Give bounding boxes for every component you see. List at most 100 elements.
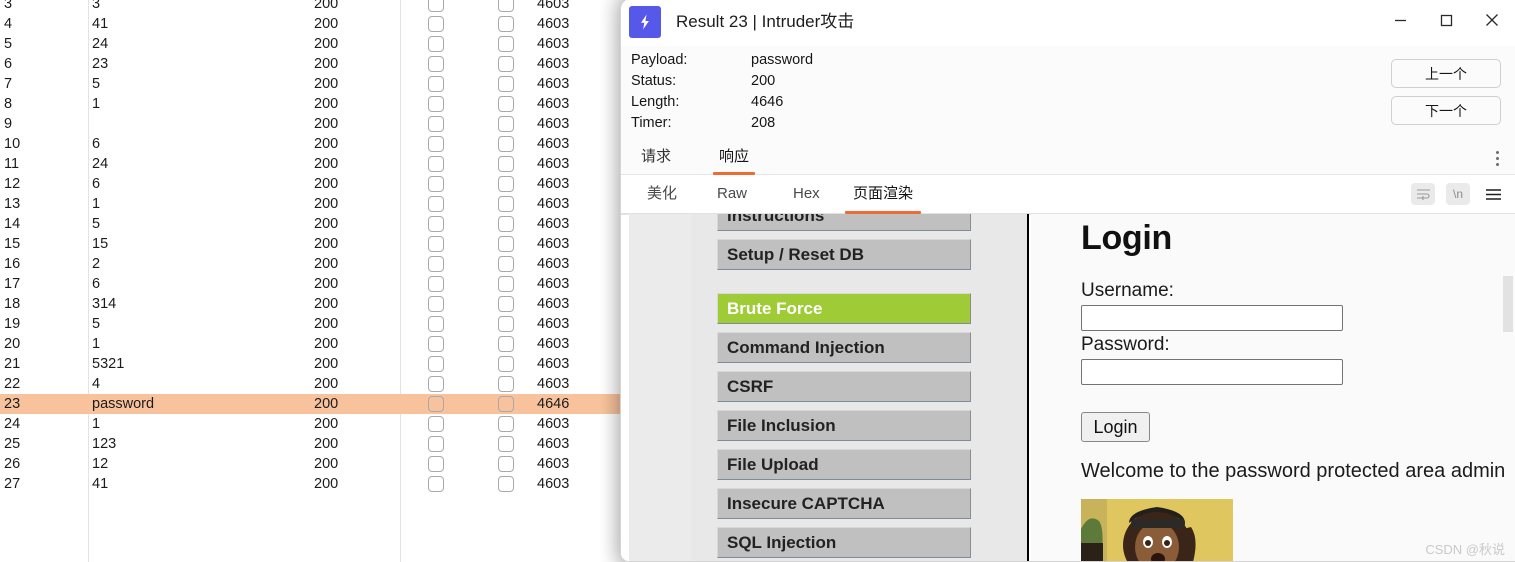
tab-pretty[interactable]: 美化 [647, 175, 677, 214]
dvwa-menu-item[interactable]: Insecure CAPTCHA [717, 488, 971, 519]
intruder-results-table[interactable]: 3 3 200 4603 4 41 200 4603 5 24 200 4603 6 23 200 4603 7… [0, 0, 625, 562]
vertical-ellipsis-icon[interactable] [1489, 147, 1505, 169]
row-checkbox-1[interactable] [428, 256, 444, 272]
table-row[interactable]: 10 6 200 4603 [0, 134, 625, 154]
row-checkbox-2[interactable] [498, 396, 514, 412]
row-checkbox-1[interactable] [428, 376, 444, 392]
tab-response[interactable]: 响应 [712, 142, 756, 175]
row-checkbox-1[interactable] [428, 56, 444, 72]
tab-hex[interactable]: Hex [793, 175, 820, 214]
row-checkbox-2[interactable] [498, 76, 514, 92]
row-checkbox-2[interactable] [498, 356, 514, 372]
row-checkbox-1[interactable] [428, 136, 444, 152]
row-checkbox-2[interactable] [498, 216, 514, 232]
previous-result-button[interactable]: 上一个 [1391, 59, 1501, 88]
newline-icon[interactable]: \n [1446, 183, 1470, 205]
row-checkbox-2[interactable] [498, 236, 514, 252]
row-checkbox-1[interactable] [428, 296, 444, 312]
row-checkbox-1[interactable] [428, 476, 444, 492]
row-checkbox-1[interactable] [428, 336, 444, 352]
table-row[interactable]: 12 6 200 4603 [0, 174, 625, 194]
table-row[interactable]: 21 5321 200 4603 [0, 354, 625, 374]
row-checkbox-2[interactable] [498, 0, 514, 12]
row-checkbox-1[interactable] [428, 116, 444, 132]
table-row[interactable]: 14 5 200 4603 [0, 214, 625, 234]
page-scrollbar[interactable] [1503, 214, 1513, 561]
row-checkbox-2[interactable] [498, 96, 514, 112]
row-checkbox-2[interactable] [498, 136, 514, 152]
row-checkbox-2[interactable] [498, 276, 514, 292]
tab-request[interactable]: 请求 [641, 142, 671, 175]
row-checkbox-1[interactable] [428, 0, 444, 12]
row-checkbox-1[interactable] [428, 156, 444, 172]
table-row[interactable]: 7 5 200 4603 [0, 74, 625, 94]
table-row[interactable]: 11 24 200 4603 [0, 154, 625, 174]
dialog-titlebar[interactable]: Result 23 | Intruder攻击 [621, 0, 1515, 46]
row-checkbox-2[interactable] [498, 336, 514, 352]
tab-render[interactable]: 页面渲染 [844, 175, 922, 214]
table-row[interactable]: 23 password 200 4646 [0, 394, 625, 414]
table-row[interactable]: 6 23 200 4603 [0, 54, 625, 74]
page-render-viewport[interactable]: Instructions Setup / Reset DB Brute Force C… [621, 214, 1515, 561]
row-checkbox-1[interactable] [428, 196, 444, 212]
row-checkbox-2[interactable] [498, 416, 514, 432]
row-checkbox-2[interactable] [498, 156, 514, 172]
row-checkbox-2[interactable] [498, 316, 514, 332]
table-row[interactable]: 8 1 200 4603 [0, 94, 625, 114]
row-checkbox-1[interactable] [428, 36, 444, 52]
row-checkbox-1[interactable] [428, 96, 444, 112]
table-row[interactable]: 20 1 200 4603 [0, 334, 625, 354]
minimize-icon[interactable] [1377, 0, 1423, 40]
row-checkbox-2[interactable] [498, 176, 514, 192]
row-checkbox-2[interactable] [498, 196, 514, 212]
row-checkbox-1[interactable] [428, 216, 444, 232]
maximize-icon[interactable] [1423, 0, 1469, 40]
table-row[interactable]: 19 5 200 4603 [0, 314, 625, 334]
table-row[interactable]: 22 4 200 4603 [0, 374, 625, 394]
table-row[interactable]: 9 200 4603 [0, 114, 625, 134]
dvwa-menu-item[interactable]: File Upload [717, 449, 971, 480]
row-checkbox-1[interactable] [428, 436, 444, 452]
row-checkbox-2[interactable] [498, 456, 514, 472]
row-checkbox-2[interactable] [498, 376, 514, 392]
row-checkbox-1[interactable] [428, 236, 444, 252]
table-row[interactable]: 17 6 200 4603 [0, 274, 625, 294]
table-row[interactable]: 5 24 200 4603 [0, 34, 625, 54]
row-checkbox-2[interactable] [498, 296, 514, 312]
table-row[interactable]: 3 3 200 4603 [0, 0, 625, 14]
username-input[interactable] [1081, 305, 1343, 331]
row-checkbox-2[interactable] [498, 56, 514, 72]
hamburger-menu-icon[interactable] [1481, 183, 1505, 205]
dvwa-menu-item[interactable]: SQL Injection [717, 527, 971, 558]
dvwa-menu-item[interactable]: File Inclusion [717, 410, 971, 441]
dvwa-menu-item[interactable]: CSRF [717, 371, 971, 402]
row-checkbox-1[interactable] [428, 176, 444, 192]
dvwa-menu-item[interactable]: Instructions [717, 214, 971, 231]
table-row[interactable]: 15 15 200 4603 [0, 234, 625, 254]
row-checkbox-1[interactable] [428, 416, 444, 432]
table-row[interactable]: 25 123 200 4603 [0, 434, 625, 454]
row-checkbox-2[interactable] [498, 36, 514, 52]
row-checkbox-2[interactable] [498, 16, 514, 32]
word-wrap-icon[interactable] [1411, 183, 1435, 205]
table-row[interactable]: 16 2 200 4603 [0, 254, 625, 274]
dvwa-menu-item[interactable]: Setup / Reset DB [717, 239, 971, 270]
next-result-button[interactable]: 下一个 [1391, 96, 1501, 125]
tab-raw[interactable]: Raw [717, 175, 747, 214]
close-icon[interactable] [1469, 0, 1515, 40]
table-row[interactable]: 18 314 200 4603 [0, 294, 625, 314]
row-checkbox-1[interactable] [428, 16, 444, 32]
table-row[interactable]: 26 12 200 4603 [0, 454, 625, 474]
table-row[interactable]: 27 41 200 4603 [0, 474, 625, 494]
dvwa-menu-item[interactable]: Command Injection [717, 332, 971, 363]
table-row[interactable]: 4 41 200 4603 [0, 14, 625, 34]
row-checkbox-1[interactable] [428, 276, 444, 292]
table-row[interactable]: 24 1 200 4603 [0, 414, 625, 434]
row-checkbox-1[interactable] [428, 396, 444, 412]
row-checkbox-1[interactable] [428, 356, 444, 372]
row-checkbox-1[interactable] [428, 76, 444, 92]
row-checkbox-2[interactable] [498, 256, 514, 272]
row-checkbox-2[interactable] [498, 116, 514, 132]
scrollbar-thumb[interactable] [1503, 276, 1513, 332]
table-row[interactable]: 13 1 200 4603 [0, 194, 625, 214]
